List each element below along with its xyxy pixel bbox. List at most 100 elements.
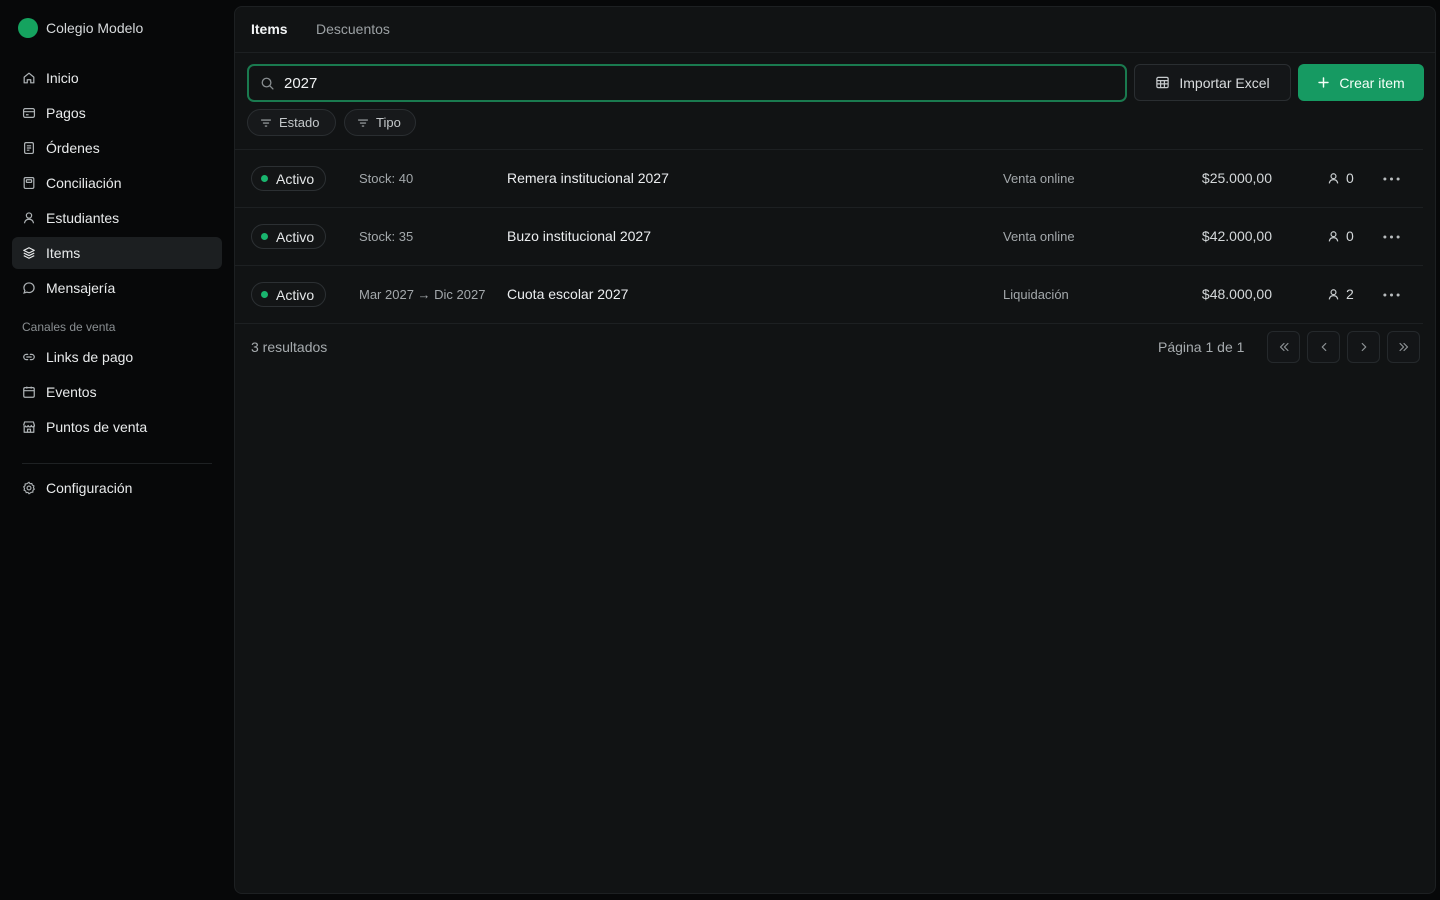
more-options-icon[interactable] xyxy=(1380,228,1402,246)
next-page-button[interactable] xyxy=(1347,331,1380,363)
users-count: 0 xyxy=(1327,228,1354,244)
home-icon xyxy=(22,71,36,85)
import-excel-label: Importar Excel xyxy=(1179,74,1270,91)
chat-icon xyxy=(22,281,36,295)
channel-text: Liquidación xyxy=(1003,287,1069,302)
users-count: 0 xyxy=(1327,170,1354,186)
filter-icon xyxy=(260,117,272,129)
sidebar-item-label: Links de pago xyxy=(46,349,134,365)
item-name[interactable]: Buzo institucional 2027 xyxy=(507,228,651,244)
channel-text: Venta online xyxy=(1003,229,1075,244)
price-text: $42.000,00 xyxy=(1201,228,1272,244)
sidebar-item-conciliacion[interactable]: Conciliación xyxy=(12,167,222,199)
chevrons-left-icon xyxy=(1277,340,1291,354)
sidebar-item-label: Eventos xyxy=(46,384,97,400)
sidebar-item-label: Configuración xyxy=(46,480,133,496)
status-badge: Activo xyxy=(251,282,326,307)
filter-label: Tipo xyxy=(376,115,401,130)
user-icon xyxy=(22,211,36,225)
users-count: 2 xyxy=(1327,286,1354,302)
status-label: Activo xyxy=(276,286,315,303)
sidebar: Colegio Modelo Inicio Pagos Órdenes Conc… xyxy=(0,0,234,900)
sidebar-item-mensajeria[interactable]: Mensajería xyxy=(12,272,222,304)
item-name[interactable]: Cuota escolar 2027 xyxy=(507,286,628,302)
filter-icon xyxy=(357,117,369,129)
tab-descuentos[interactable]: Descuentos xyxy=(316,21,390,37)
sidebar-item-label: Puntos de venta xyxy=(46,419,148,435)
sidebar-item-puntos-de-venta[interactable]: Puntos de venta xyxy=(12,411,222,443)
sidebar-divider xyxy=(22,463,212,464)
users-count-value: 2 xyxy=(1346,286,1354,302)
sidebar-item-items[interactable]: Items xyxy=(12,237,222,269)
tab-items[interactable]: Items xyxy=(251,21,288,37)
calendar-icon xyxy=(22,385,36,399)
status-label: Activo xyxy=(276,170,315,187)
plus-icon xyxy=(1317,76,1330,89)
user-icon xyxy=(1327,230,1340,243)
status-label: Activo xyxy=(276,228,315,245)
store-icon xyxy=(22,420,36,434)
section-label-canales: Canales de venta xyxy=(22,320,116,334)
sidebar-item-estudiantes[interactable]: Estudiantes xyxy=(12,202,222,234)
link-icon xyxy=(22,350,36,364)
filter-label: Estado xyxy=(279,115,320,130)
import-excel-button[interactable]: Importar Excel xyxy=(1134,64,1291,101)
org-name: Colegio Modelo xyxy=(46,19,144,36)
first-page-button[interactable] xyxy=(1267,331,1300,363)
search-input[interactable] xyxy=(284,74,1064,92)
org-logo xyxy=(18,17,38,38)
search-icon xyxy=(260,76,275,91)
status-badge: Activo xyxy=(251,166,326,191)
sidebar-item-eventos[interactable]: Eventos xyxy=(12,376,222,408)
user-icon xyxy=(1327,172,1340,185)
sidebar-item-label: Conciliación xyxy=(46,175,122,191)
date-range-text: Mar 2027 → Dic 2027 xyxy=(359,287,486,302)
receipt-icon xyxy=(22,141,36,155)
reconcile-icon xyxy=(22,176,36,190)
more-options-icon[interactable] xyxy=(1380,170,1402,188)
sidebar-item-ordenes[interactable]: Órdenes xyxy=(12,132,222,164)
stock-text: Stock: 35 xyxy=(359,229,414,244)
table-icon xyxy=(1155,75,1170,90)
create-item-button[interactable]: Crear item xyxy=(1298,64,1424,101)
price-text: $25.000,00 xyxy=(1201,170,1272,186)
filter-tipo[interactable]: Tipo xyxy=(344,109,416,136)
filter-estado[interactable]: Estado xyxy=(247,109,336,136)
chevrons-right-icon xyxy=(1397,340,1411,354)
main-panel: Items Descuentos Importar Excel Crear it… xyxy=(234,6,1436,894)
table-row[interactable]: Activo Stock: 35 Buzo institucional 2027… xyxy=(235,208,1423,266)
sidebar-item-links-de-pago[interactable]: Links de pago xyxy=(12,341,222,373)
sidebar-item-label: Órdenes xyxy=(46,140,100,156)
search-box[interactable] xyxy=(247,64,1127,102)
page-indicator: Página 1 de 1 xyxy=(1158,339,1245,355)
sidebar-item-label: Items xyxy=(46,245,81,261)
create-item-label: Crear item xyxy=(1339,74,1405,91)
users-count-value: 0 xyxy=(1346,170,1354,186)
status-dot xyxy=(261,233,268,240)
org-switcher[interactable]: Colegio Modelo xyxy=(18,17,143,38)
chevron-right-icon xyxy=(1357,340,1371,354)
gear-icon xyxy=(22,481,36,495)
price-text: $48.000,00 xyxy=(1201,286,1272,302)
stock-text: Stock: 40 xyxy=(359,171,414,186)
table-row[interactable]: Activo Stock: 40 Remera institucional 20… xyxy=(235,150,1423,208)
item-name[interactable]: Remera institucional 2027 xyxy=(507,170,669,186)
chevron-left-icon xyxy=(1317,340,1331,354)
table-row[interactable]: Activo Mar 2027 → Dic 2027 Cuota escolar… xyxy=(235,266,1423,324)
user-icon xyxy=(1327,288,1340,301)
users-count-value: 0 xyxy=(1346,228,1354,244)
sidebar-item-inicio[interactable]: Inicio xyxy=(12,62,222,94)
sidebar-item-label: Inicio xyxy=(46,70,79,86)
status-dot xyxy=(261,291,268,298)
layers-icon xyxy=(22,246,36,260)
prev-page-button[interactable] xyxy=(1307,331,1340,363)
status-badge: Activo xyxy=(251,224,326,249)
sidebar-item-label: Pagos xyxy=(46,105,86,121)
sidebar-item-configuracion[interactable]: Configuración xyxy=(12,472,222,504)
sidebar-item-label: Estudiantes xyxy=(46,210,120,226)
status-dot xyxy=(261,175,268,182)
more-options-icon[interactable] xyxy=(1380,286,1402,304)
sidebar-item-pagos[interactable]: Pagos xyxy=(12,97,222,129)
tab-bar: Items Descuentos xyxy=(235,7,1435,53)
last-page-button[interactable] xyxy=(1387,331,1420,363)
